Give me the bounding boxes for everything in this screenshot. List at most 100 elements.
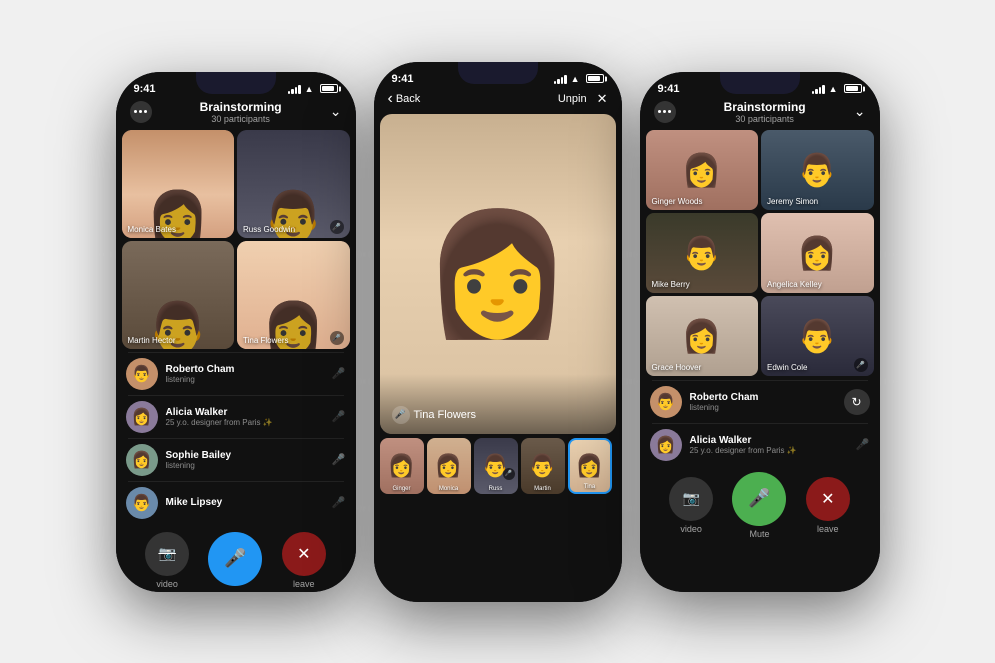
signal-icon-right	[812, 84, 825, 94]
video-grid-right: 👩 Ginger Woods 👨 Jeremy Simon 👨 Mike Ber…	[640, 130, 880, 376]
video-cell-angelica[interactable]: 👩 Angelica Kelley	[761, 213, 874, 293]
leave-button-left[interactable]: ✕ leave	[282, 532, 326, 589]
video-name-grace: Grace Hoover	[652, 363, 702, 372]
list-item-roberto[interactable]: 👨 Roberto Cham listening 🎤	[122, 353, 350, 395]
close-pinned-icon[interactable]: ✕	[597, 91, 608, 107]
list-item-mike[interactable]: 👨 Mike Lipsey 🎤	[122, 482, 350, 524]
mic-icon-tina: 🎤	[330, 331, 344, 345]
mic-circle-right[interactable]: 🎤	[732, 472, 786, 526]
thumb-name-martin: Martin	[523, 486, 563, 492]
pinned-video-main[interactable]: 👩 🎤 Tina Flowers	[380, 114, 616, 434]
avatar-mike: 👨	[126, 487, 158, 519]
phones-container: 9:41 ▲	[96, 42, 900, 622]
video-cell-martin[interactable]: 👨 Martin Hector	[122, 241, 235, 349]
more-options-button-left[interactable]	[130, 101, 152, 123]
leave-circle-left[interactable]: ✕	[282, 532, 326, 576]
video-name-edwin: Edwin Cole	[767, 363, 807, 372]
thumb-name-monica: Monica	[429, 486, 469, 492]
avatar-alicia-right: 👩	[650, 429, 682, 461]
video-cell-monica[interactable]: 👩 Monica Bates	[122, 130, 235, 238]
video-cell-ginger[interactable]: 👩 Ginger Woods	[646, 130, 759, 210]
avatar-sophie: 👩	[126, 444, 158, 476]
thumb-cell-ginger[interactable]: 👩 Ginger	[380, 438, 424, 494]
participant-name-roberto-right: Roberto Cham	[690, 392, 836, 403]
battery-icon-center	[586, 74, 604, 83]
wifi-icon-left: ▲	[305, 84, 314, 94]
thumb-cell-martin[interactable]: 👨 Martin	[521, 438, 565, 494]
unpin-button[interactable]: Unpin	[558, 93, 587, 105]
chevron-down-icon-right[interactable]: ⌄	[854, 103, 866, 120]
thumb-name-ginger: Ginger	[382, 486, 422, 492]
list-item-alicia-right[interactable]: 👩 Alicia Walker 25 y.o. designer from Pa…	[646, 424, 874, 466]
video-name-ginger: Ginger Woods	[652, 197, 703, 206]
participant-name-alicia-right: Alicia Walker	[690, 435, 848, 446]
leave-button-right[interactable]: ✕ leave	[806, 477, 850, 534]
video-name-mike-berry: Mike Berry	[652, 280, 690, 289]
pinned-person-name: 🎤 Tina Flowers	[392, 406, 477, 424]
video-cell-mike-berry[interactable]: 👨 Mike Berry	[646, 213, 759, 293]
mic-icon-mike: 🎤	[332, 496, 346, 509]
list-item-sophie[interactable]: 👩 Sophie Bailey listening 🎤	[122, 439, 350, 481]
wifi-icon-right: ▲	[829, 84, 838, 94]
thumbnail-strip: 👩 Ginger 👩 Monica 👨 🎤 Russ 👨 Martin	[374, 434, 622, 498]
call-header-left: Brainstorming 30 participants ⌄	[116, 98, 356, 130]
video-cell-grace[interactable]: 👩 Grace Hoover	[646, 296, 759, 376]
mic-circle-left[interactable]: 🎤	[208, 532, 262, 586]
list-item-alicia[interactable]: 👩 Alicia Walker 25 y.o. designer from Pa…	[122, 396, 350, 438]
controls-bar-right: 📷 video 🎤 Mute ✕ leave	[640, 466, 880, 543]
video-cell-edwin[interactable]: 👨 Edwin Cole 🎤	[761, 296, 874, 376]
signal-icon-center	[554, 74, 567, 84]
mic-icon-russ: 🎤	[330, 220, 344, 234]
phone-right: 9:41 ▲	[640, 72, 880, 592]
mic-button-right[interactable]: 🎤 Mute	[732, 472, 786, 539]
video-label-right: video	[680, 524, 702, 534]
back-button[interactable]: ‹ Back	[388, 90, 421, 108]
video-grid-left: 👩 Monica Bates 👨 Russ Goodwin 🎤 👨	[116, 130, 356, 349]
refresh-icon-right[interactable]: ↻	[844, 389, 870, 415]
phone-right-screen: 9:41 ▲	[640, 72, 880, 592]
leave-circle-right[interactable]: ✕	[806, 477, 850, 521]
leave-label-right: leave	[817, 524, 839, 534]
participant-status-sophie: listening	[166, 461, 324, 470]
mic-icon-alicia: 🎤	[332, 410, 346, 423]
video-cell-jeremy[interactable]: 👨 Jeremy Simon	[761, 130, 874, 210]
pinned-mic-icon: 🎤	[392, 406, 410, 424]
participant-list-right: 👨 Roberto Cham listening ↻ 👩 Alicia Walk…	[640, 380, 880, 466]
call-title-right: Brainstorming 30 participants	[724, 100, 806, 124]
video-label-left: video	[156, 579, 178, 589]
mic-label-right: Mute	[749, 529, 769, 539]
list-item-roberto-right[interactable]: 👨 Roberto Cham listening ↻	[646, 381, 874, 423]
video-name-angelica: Angelica Kelley	[767, 280, 822, 289]
video-circle-left[interactable]: 📷	[145, 532, 189, 576]
video-name-martin: Martin Hector	[128, 336, 176, 345]
video-circle-right[interactable]: 📷	[669, 477, 713, 521]
thumb-cell-russ[interactable]: 👨 🎤 Russ	[474, 438, 518, 494]
mic-button-left[interactable]: 🎤	[208, 532, 262, 589]
status-time-right: 9:41	[658, 83, 680, 95]
thumb-mic-russ: 🎤	[503, 468, 515, 480]
thumb-name-tina: Tina	[572, 484, 608, 490]
mic-muted-icon-sophie: 🎤	[332, 453, 346, 466]
video-cell-tina-left[interactable]: 👩 Tina Flowers 🎤	[237, 241, 350, 349]
pinned-back-bar: ‹ Back Unpin ✕	[374, 88, 622, 114]
status-icons-right: ▲	[812, 84, 862, 94]
status-time-left: 9:41	[134, 83, 156, 95]
more-options-button-right[interactable]	[654, 101, 676, 123]
chevron-down-icon-left[interactable]: ⌄	[330, 103, 342, 120]
video-cell-russ[interactable]: 👨 Russ Goodwin 🎤	[237, 130, 350, 238]
participant-status-roberto-right: listening	[690, 403, 836, 412]
pinned-actions: Unpin ✕	[558, 91, 608, 107]
phone-left-screen: 9:41 ▲	[116, 72, 356, 592]
thumb-cell-tina[interactable]: 👩 Tina	[568, 438, 612, 494]
status-time-center: 9:41	[392, 73, 414, 85]
phone-center-screen: 9:41 ▲ ‹ Bac	[374, 62, 622, 602]
video-button-left[interactable]: 📷 video	[145, 532, 189, 589]
controls-bar-left: 📷 video 🎤 ✕ leave	[116, 524, 356, 592]
thumb-cell-monica[interactable]: 👩 Monica	[427, 438, 471, 494]
wifi-icon-center: ▲	[571, 74, 580, 84]
participant-status-roberto: listening	[166, 375, 324, 384]
avatar-roberto-right: 👨	[650, 386, 682, 418]
video-button-right[interactable]: 📷 video	[669, 477, 713, 534]
avatar-alicia: 👩	[126, 401, 158, 433]
phone-center: 9:41 ▲ ‹ Bac	[374, 62, 622, 602]
